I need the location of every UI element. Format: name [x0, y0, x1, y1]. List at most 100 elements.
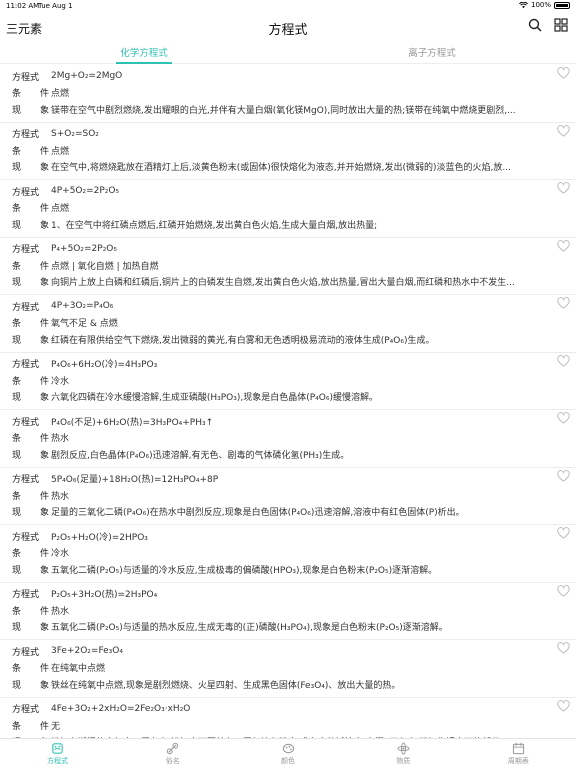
equation-label: 方程式 — [12, 590, 40, 601]
phenomenon-label-char: 现 — [12, 220, 22, 231]
list-item[interactable]: 方程式 5P₄O₆(足量)+18H₂O(热)=12H₃PO₄+8P 条件热水现象足量… — [0, 468, 576, 525]
list-item[interactable]: 方程式 P₄O₆(不足)+6H₂O(热)=3H₃PO₄+PH₃↑ 条件热水现象剧烈反… — [0, 410, 576, 468]
list-item[interactable]: 方程式 P₄+5O₂=2P₂O₅ 条件点燃 | 氧化自燃 | 加热自燃现象向铜片上放… — [0, 238, 576, 295]
condition-text: 点燃 — [51, 89, 70, 100]
list-item[interactable]: 方程式 4P+3O₂=P₄O₆ 条件氧气不足 & 点燃现象红磷在有限供给空气下燃烧,… — [0, 295, 576, 353]
equation-row: 方程式 3Fe+2O₂=Fe₃O₄ — [12, 643, 576, 660]
condition-text: 冷水 — [51, 376, 70, 387]
condition-text: 冷水 — [51, 549, 70, 560]
equation-label: 方程式 — [12, 72, 40, 83]
heart-icon[interactable] — [557, 124, 570, 137]
bottom-tab-2[interactable]: 颜色 — [230, 739, 345, 768]
condition-row: 条件冷水 — [12, 545, 576, 562]
list-item[interactable]: 方程式 S+O₂=SO₂ 条件点燃现象在空气中,将燃烧匙放在酒精灯上后,淡黄色粉末(… — [0, 123, 576, 180]
bottom-tab-1[interactable]: 俗名 — [115, 739, 230, 768]
list-item[interactable]: 方程式 P₂O₅+H₂O(冷)=2HPO₃ 条件冷水现象五氧化二磷(P₂O₅)与适量… — [0, 525, 576, 583]
phenomenon-label: 现象 — [12, 218, 51, 231]
phenomenon-text: 镁带在空气中剧烈燃烧,发出耀眼的白光,并伴有大量白烟(氧化镁MgO),同时放出大… — [51, 105, 516, 116]
battery-percent: 100% — [530, 1, 551, 9]
heart-icon[interactable] — [557, 297, 570, 309]
equation-row: 方程式 P₄O₆+6H₂O(冷)=4H₃PO₃ — [12, 356, 576, 373]
condition-label-char: 件 — [39, 146, 49, 157]
phenomenon-label-char: 象 — [39, 508, 49, 519]
tab-chemical-equations[interactable]: 化学方程式 — [0, 45, 288, 59]
condition-label: 条件 — [12, 546, 51, 559]
tab-ionic-equations[interactable]: 离子方程式 — [288, 45, 576, 59]
list-item[interactable]: 方程式 4P+5O₂=2P₂O₅ 条件点燃现象 1、在空气中将红磷点燃后,红磷开始燃烧… — [0, 180, 576, 238]
list-item[interactable]: 方程式4Fe+3O₂+2xH₂O=2Fe₂O₃·xH₂O条件无现象铁钉在潮湿的空… — [0, 698, 576, 739]
condition-row: 条件点燃 | 氧化自燃 | 加热自燃 — [12, 257, 576, 274]
bottom-tab-3[interactable]: 物质 — [346, 739, 461, 768]
heart-icon[interactable] — [557, 642, 570, 654]
heart-icon[interactable] — [557, 584, 570, 597]
phenomenon-label-char: 象 — [39, 450, 49, 461]
equation-label: 方程式 — [12, 245, 40, 256]
phenomenon-row: 现象剧烈反应,白色晶体(P₄O₆)迅速溶解,有无色、剧毒的气体磷化氢(PH₃)生… — [12, 446, 576, 463]
phenomenon-row: 现象五氧化二磷(P₂O₅)与适量的热水反应,生成无毒的(正)磷酸(H₃PO₄),… — [12, 619, 576, 636]
condition-row: 条件热水 — [12, 602, 576, 619]
list-item[interactable]: 方程式 3Fe+2O₂=Fe₃O₄ 条件在纯氧中点燃现象铁丝在纯氧中点燃,现象是剧烈… — [0, 640, 576, 698]
equation-text: P₄O₆(不足)+6H₂O(热)=3H₃PO₄+PH₃↑ — [51, 417, 214, 428]
heart-icon[interactable] — [557, 182, 570, 194]
phenomenon-label: 现象 — [12, 620, 51, 633]
heart-icon[interactable] — [557, 469, 570, 482]
condition-label-char: 条 — [12, 549, 22, 560]
condition-label-char: 件 — [39, 664, 49, 675]
list-item[interactable]: 方程式 P₄O₆+6H₂O(冷)=4H₃PO₃ 条件冷水现象六氧化四磷在冷水缓慢溶解… — [0, 353, 576, 410]
condition-label-char: 条 — [12, 491, 22, 502]
status-bar: 11:02 AM Tue Aug 1 100% — [0, 0, 576, 12]
phenomenon-row: 现象六氧化四磷在冷水缓慢溶解,生成亚磷酸(H₃PO₃),现象是白色晶体(P₄O₆… — [12, 389, 576, 406]
phenomenon-label-char: 象 — [39, 393, 49, 404]
list-item[interactable]: 方程式 2Mg+O₂=2MgO 条件点燃现象镁带在空气中剧烈燃烧,发出耀眼的白光,并… — [0, 65, 576, 123]
equation-text: 3Fe+2O₂=Fe₃O₄ — [51, 646, 123, 657]
bottom-tab-4[interactable]: 周期表 — [461, 739, 576, 768]
page-title: 方程式 — [268, 23, 308, 38]
nav-bar: 三元素 方程式 — [0, 12, 576, 42]
phenomenon-row: 现象铁丝在纯氧中点燃,现象是剧烈燃烧、火星四射、生成黑色固体(Fe₃O₄)、放出… — [12, 676, 576, 693]
bottom-tab-label: 颜色 — [281, 757, 295, 765]
condition-text: 点燃 — [51, 204, 70, 215]
phenomenon-label-char: 现 — [12, 163, 22, 174]
grid-icon[interactable] — [554, 18, 568, 32]
condition-label: 条件 — [12, 661, 51, 674]
heart-icon[interactable] — [557, 699, 570, 712]
equation-row: 方程式 2Mg+O₂=2MgO — [12, 68, 576, 85]
equation-row: 方程式 5P₄O₆(足量)+18H₂O(热)=12H₃PO₄+8P — [12, 471, 576, 488]
heart-icon[interactable] — [557, 239, 570, 252]
heart-icon[interactable] — [557, 67, 570, 79]
equation-text: 4P+3O₂=P₄O₆ — [51, 301, 114, 312]
condition-label-char: 条 — [12, 204, 22, 215]
phenomenon-text: 在空气中,将燃烧匙放在酒精灯上后,淡黄色粉末(或固体)很快熔化为液态,并开始燃烧… — [51, 163, 511, 174]
heart-icon[interactable] — [557, 527, 570, 539]
atom-icon — [397, 742, 410, 756]
equation-label: 方程式 — [12, 532, 40, 543]
search-icon[interactable] — [528, 18, 542, 32]
equation-label: 方程式 — [12, 705, 40, 716]
condition-row: 条件在纯氧中点燃 — [12, 660, 576, 677]
condition-label: 条件 — [12, 316, 51, 329]
equation-label: 方程式 — [12, 475, 40, 486]
condition-label-char: 条 — [12, 606, 22, 617]
phenomenon-label-char: 现 — [12, 623, 22, 634]
bottom-tab-label: 周期表 — [507, 757, 529, 765]
condition-label-char: 条 — [12, 434, 22, 445]
condition-label-char: 件 — [39, 491, 49, 502]
condition-text: 点燃 | 氧化自燃 | 加热自燃 — [51, 261, 159, 272]
bottom-tab-0[interactable]: 方程式 — [0, 739, 115, 768]
phenomenon-row: 现象红磷在有限供给空气下燃烧,发出微弱的黄光,有白雾和无色透明极易流动的液体生成… — [12, 331, 576, 348]
condition-row: 条件点燃 — [12, 85, 576, 102]
condition-text: 无 — [51, 721, 61, 732]
calendar-icon — [512, 742, 525, 756]
equation-list[interactable]: 方程式 2Mg+O₂=2MgO 条件点燃现象镁带在空气中剧烈燃烧,发出耀眼的白光,并… — [0, 65, 576, 738]
equation-label: 方程式 — [12, 647, 40, 658]
list-item[interactable]: 方程式 P₂O₅+3H₂O(热)=2H₃PO₄ 条件热水现象五氧化二磷(P₂O₅)与… — [0, 583, 576, 640]
phenomenon-row: 现象 1、在空气中将红磷点燃后,红磷开始燃烧,发出黄白色火焰,生成大量白烟,放出热… — [12, 216, 576, 233]
battery-icon — [554, 1, 570, 9]
heart-icon[interactable] — [557, 412, 570, 424]
wifi-icon — [519, 1, 528, 8]
heart-icon[interactable] — [557, 354, 570, 367]
phenomenon-row: 现象足量的三氧化二磷(P₄O₆)在热水中剧烈反应,现象是白色固体(P₄O₆)迅速… — [12, 504, 576, 521]
phenomenon-label: 现象 — [12, 505, 51, 518]
condition-label-char: 条 — [12, 664, 22, 675]
condition-label: 条件 — [12, 86, 51, 99]
